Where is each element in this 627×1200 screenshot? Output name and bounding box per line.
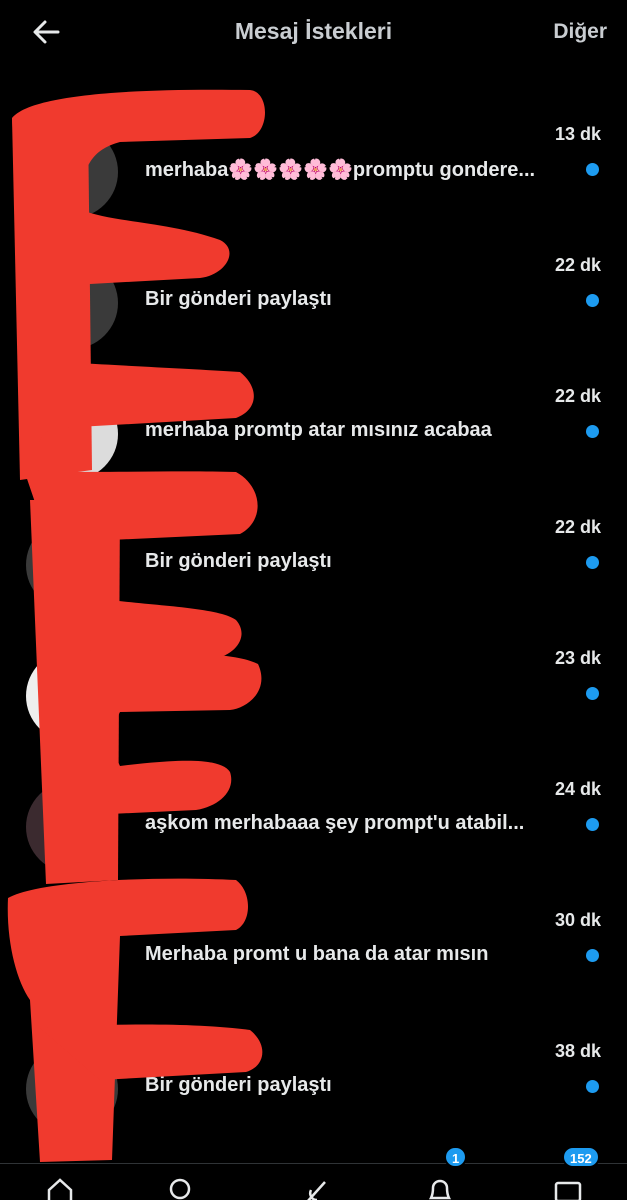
nav-grok[interactable] (296, 1176, 336, 1200)
request-row[interactable]: 22 dk Bir gönderi paylaştı (0, 493, 627, 624)
more-button[interactable]: Diğer (553, 20, 607, 44)
unread-dot (586, 687, 599, 700)
home-icon (47, 1178, 73, 1200)
message-preview: Bir gönderi paylaştı (145, 550, 332, 572)
unread-dot (586, 163, 599, 176)
timestamp: 22 dk (554, 255, 601, 275)
unread-dot (586, 818, 599, 831)
unread-dot (586, 425, 599, 438)
timestamp: 30 dk (554, 910, 601, 930)
avatar[interactable] (26, 1043, 118, 1135)
nav-home[interactable] (40, 1176, 80, 1200)
avatar[interactable] (26, 781, 118, 873)
request-row[interactable]: 22 dk merhaba promtp atar mısınız acabaa (0, 362, 627, 493)
request-row[interactable]: 13 dk merhaba🌸🌸🌸🌸🌸promptu gondere... (0, 100, 627, 231)
arrow-left-icon (33, 20, 60, 44)
unread-dot (586, 294, 599, 307)
timestamp: 13 dk (554, 124, 601, 144)
page-title: Mesaj İstekleri (234, 18, 393, 44)
unread-dot (586, 1080, 599, 1093)
bottom-nav: 1 152 (0, 1146, 627, 1200)
message-preview: Bir gönderi paylaştı (145, 288, 332, 310)
request-row[interactable]: 30 dk Merhaba promt u bana da atar mısın (0, 886, 627, 1017)
bell-icon (428, 1179, 452, 1200)
mail-icon (554, 1181, 582, 1200)
top-bar: Mesaj İstekleri Diğer (0, 0, 627, 66)
avatar[interactable] (26, 126, 118, 218)
nav-search[interactable] (162, 1176, 202, 1200)
avatar[interactable] (26, 650, 118, 742)
timestamp: 23 dk (554, 648, 601, 668)
unread-dot (586, 556, 599, 569)
message-preview: merhaba🌸🌸🌸🌸🌸promptu gondere... (145, 159, 536, 181)
avatar[interactable] (26, 519, 118, 611)
messages-badge: 152 (562, 1146, 600, 1168)
unread-dot (586, 949, 599, 962)
avatar[interactable] (26, 257, 118, 349)
request-row[interactable]: 23 dk (0, 624, 627, 755)
message-preview: merhaba promtp atar mısınız acabaa (145, 419, 492, 441)
message-preview: Bir gönderi paylaştı (145, 1074, 332, 1096)
timestamp: 22 dk (554, 517, 601, 537)
message-preview: Merhaba promt u bana da atar mısın (145, 943, 489, 965)
timestamp: 22 dk (554, 386, 601, 406)
message-preview: aşkom merhabaaa şey prompt'u atabil... (145, 812, 525, 834)
request-row[interactable]: 38 dk Bir gönderi paylaştı (0, 1017, 627, 1148)
request-row[interactable]: 22 dk Bir gönderi paylaştı (0, 231, 627, 362)
search-icon (169, 1178, 191, 1200)
grok-icon (307, 1181, 326, 1200)
nav-messages[interactable] (548, 1176, 588, 1200)
notifications-badge: 1 (444, 1146, 468, 1168)
timestamp: 24 dk (554, 779, 601, 799)
timestamp: 38 dk (554, 1041, 601, 1061)
avatar[interactable] (26, 912, 118, 1004)
request-row[interactable]: 24 dk aşkom merhabaaa şey prompt'u atabi… (0, 755, 627, 886)
back-button[interactable] (28, 14, 64, 50)
avatar[interactable] (26, 388, 118, 480)
nav-notifications[interactable] (420, 1176, 460, 1200)
